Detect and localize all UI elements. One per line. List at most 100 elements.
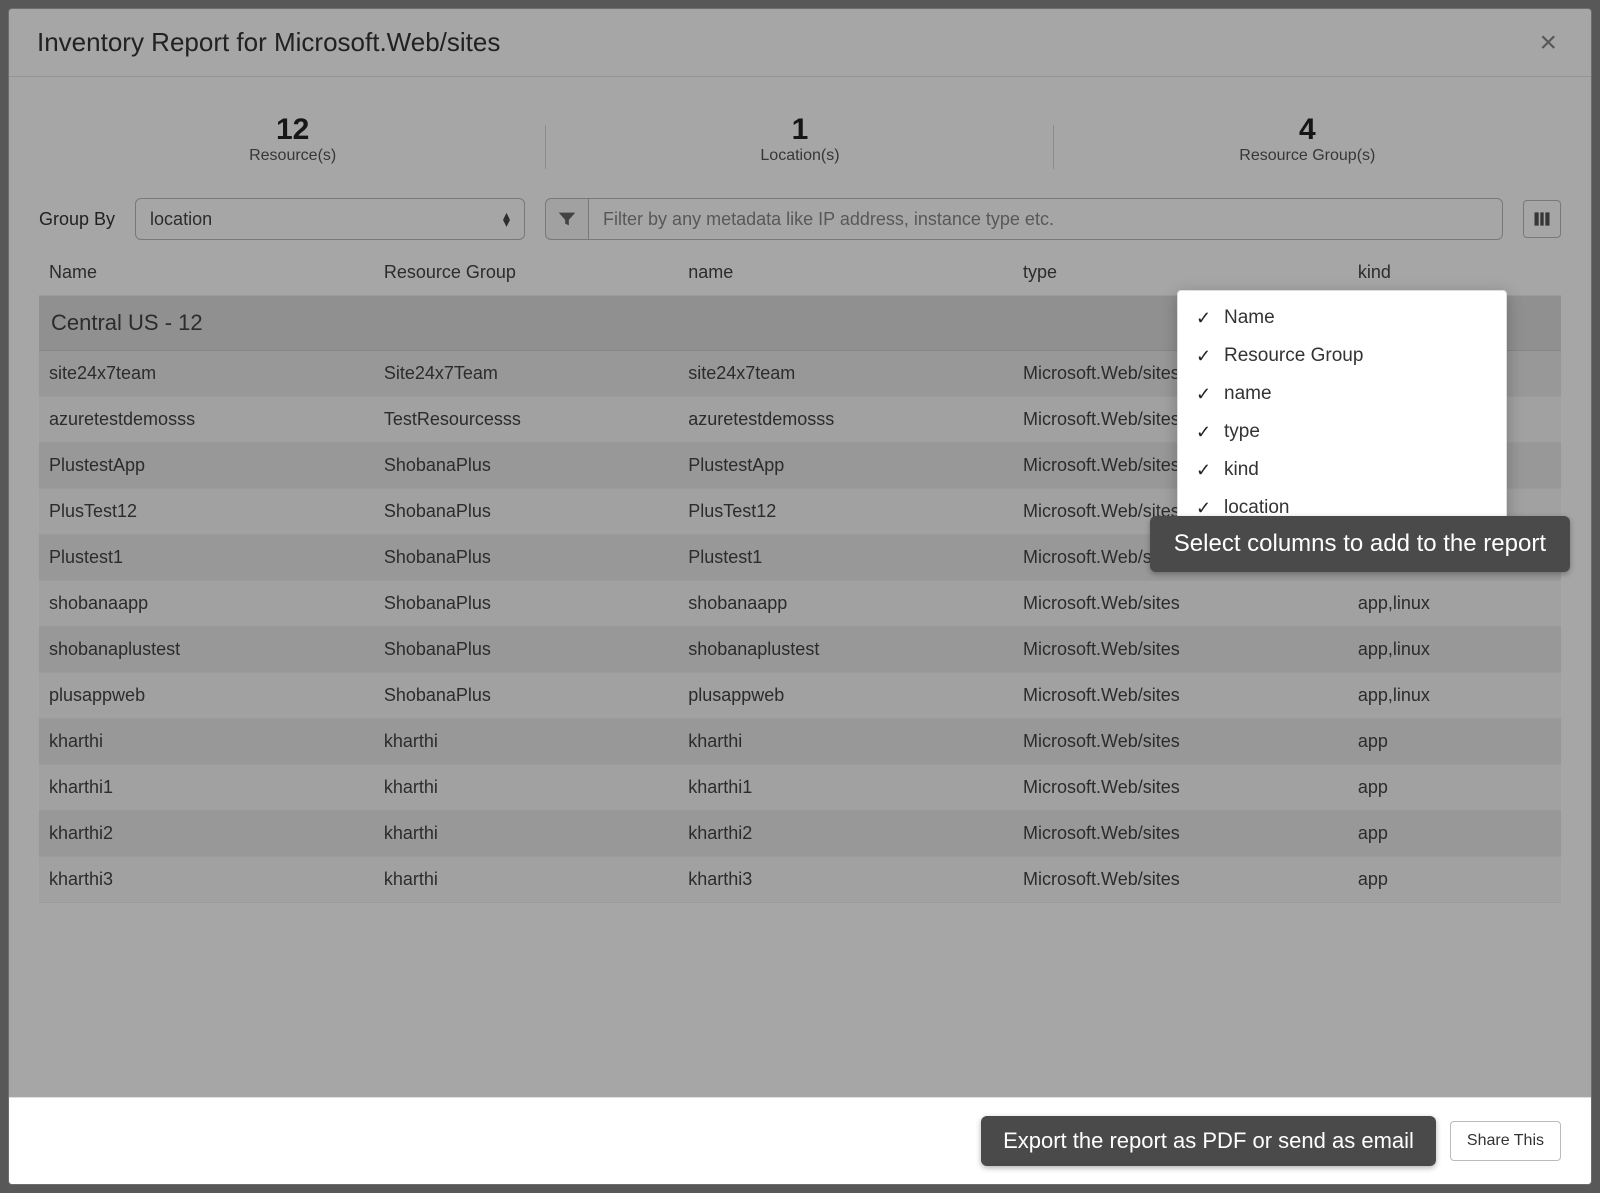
table-header-row: Name Resource Group name type kind (39, 250, 1561, 296)
cell-name2: kharthi1 (678, 765, 1013, 811)
cell-rg: ShobanaPlus (374, 443, 678, 489)
check-icon: ✓ (1196, 460, 1214, 481)
cell-type: Microsoft.Web/sites (1013, 857, 1348, 903)
column-option[interactable]: ✓ Name (1178, 299, 1506, 337)
cell-rg: ShobanaPlus (374, 627, 678, 673)
column-picker-tooltip: Select columns to add to the report (1150, 516, 1570, 572)
summary-label: Location(s) (546, 147, 1053, 165)
cell-rg: ShobanaPlus (374, 581, 678, 627)
cell-kind: app,linux (1348, 627, 1561, 673)
column-option[interactable]: ✓ kind (1178, 451, 1506, 489)
cell-kind: app,linux (1348, 581, 1561, 627)
table-row[interactable]: kharthikharthikharthiMicrosoft.Web/sites… (39, 719, 1561, 765)
table-row[interactable]: shobanaplustestShobanaPlusshobanaplustes… (39, 627, 1561, 673)
modal-header: Inventory Report for Microsoft.Web/sites… (9, 9, 1591, 77)
col-kind[interactable]: kind (1348, 250, 1561, 296)
cell-name2: azuretestdemosss (678, 397, 1013, 443)
summary-resource-groups: 4 Resource Group(s) (1054, 107, 1561, 179)
table-row[interactable]: kharthi1kharthikharthi1Microsoft.Web/sit… (39, 765, 1561, 811)
cell-name: PlusTest12 (39, 489, 374, 535)
cell-name: kharthi (39, 719, 374, 765)
close-icon[interactable]: × (1533, 28, 1563, 58)
groupby-label: Group By (39, 209, 115, 230)
column-option-label: name (1224, 383, 1272, 405)
cell-name: shobanaplustest (39, 627, 374, 673)
cell-type: Microsoft.Web/sites (1013, 673, 1348, 719)
cell-name2: site24x7team (678, 351, 1013, 397)
cell-rg: kharthi (374, 765, 678, 811)
cell-name2: kharthi3 (678, 857, 1013, 903)
filter-icon[interactable] (545, 198, 589, 240)
col-resource-group[interactable]: Resource Group (374, 250, 678, 296)
cell-name: azuretestdemosss (39, 397, 374, 443)
cell-name: kharthi2 (39, 811, 374, 857)
cell-name: shobanaapp (39, 581, 374, 627)
column-option[interactable]: ✓ type (1178, 413, 1506, 451)
col-type[interactable]: type (1013, 250, 1348, 296)
chevron-updown-icon: ▴▾ (503, 212, 510, 226)
column-option[interactable]: ✓ Resource Group (1178, 337, 1506, 375)
table-row[interactable]: plusappwebShobanaPlusplusappwebMicrosoft… (39, 673, 1561, 719)
cell-name: site24x7team (39, 351, 374, 397)
cell-rg: kharthi (374, 719, 678, 765)
table-row[interactable]: shobanaappShobanaPlusshobanaappMicrosoft… (39, 581, 1561, 627)
cell-type: Microsoft.Web/sites (1013, 719, 1348, 765)
groupby-select[interactable]: location ▴▾ (135, 198, 525, 240)
check-icon: ✓ (1196, 308, 1214, 329)
check-icon: ✓ (1196, 346, 1214, 367)
cell-kind: app (1348, 765, 1561, 811)
cell-rg: ShobanaPlus (374, 489, 678, 535)
controls-row: Group By location ▴▾ (39, 198, 1561, 240)
summary-value: 4 (1054, 113, 1561, 147)
modal-footer: Export the report as PDF or send as emai… (9, 1097, 1591, 1184)
cell-name2: shobanaapp (678, 581, 1013, 627)
column-option-label: type (1224, 421, 1260, 443)
cell-kind: app (1348, 811, 1561, 857)
cell-name: Plustest1 (39, 535, 374, 581)
cell-name: PlustestApp (39, 443, 374, 489)
table-row[interactable]: kharthi3kharthikharthi3Microsoft.Web/sit… (39, 857, 1561, 903)
column-option-label: Resource Group (1224, 345, 1363, 367)
cell-kind: app (1348, 719, 1561, 765)
cell-rg: Site24x7Team (374, 351, 678, 397)
share-button[interactable]: Share This (1450, 1121, 1561, 1161)
summary-locations: 1 Location(s) (546, 107, 1053, 179)
modal-body: 12 Resource(s) 1 Location(s) 4 Resource … (9, 77, 1591, 1097)
modal-title: Inventory Report for Microsoft.Web/sites (37, 27, 500, 58)
cell-name2: PlustestApp (678, 443, 1013, 489)
filter-input[interactable] (589, 198, 1503, 240)
summary-label: Resource(s) (39, 147, 546, 165)
check-icon: ✓ (1196, 422, 1214, 443)
col-name[interactable]: Name (39, 250, 374, 296)
summary-bar: 12 Resource(s) 1 Location(s) 4 Resource … (39, 107, 1561, 180)
cell-type: Microsoft.Web/sites (1013, 811, 1348, 857)
table-row[interactable]: kharthi2kharthikharthi2Microsoft.Web/sit… (39, 811, 1561, 857)
cell-rg: ShobanaPlus (374, 535, 678, 581)
cell-name: plusappweb (39, 673, 374, 719)
inventory-report-modal: Inventory Report for Microsoft.Web/sites… (8, 8, 1592, 1185)
cell-type: Microsoft.Web/sites (1013, 627, 1348, 673)
cell-name2: PlusTest12 (678, 489, 1013, 535)
check-icon: ✓ (1196, 384, 1214, 405)
column-picker-dropdown[interactable]: ✓Name✓Resource Group✓name✓type✓kind✓loca… (1177, 290, 1507, 536)
cell-name: kharthi3 (39, 857, 374, 903)
col-name2[interactable]: name (678, 250, 1013, 296)
cell-rg: ShobanaPlus (374, 673, 678, 719)
groupby-value: location (150, 209, 212, 230)
column-picker-button[interactable] (1523, 200, 1561, 238)
cell-rg: kharthi (374, 811, 678, 857)
cell-name2: kharthi2 (678, 811, 1013, 857)
summary-value: 1 (546, 113, 1053, 147)
summary-label: Resource Group(s) (1054, 147, 1561, 165)
cell-type: Microsoft.Web/sites (1013, 581, 1348, 627)
column-option-label: kind (1224, 459, 1259, 481)
cell-rg: TestResourcesss (374, 397, 678, 443)
cell-name2: shobanaplustest (678, 627, 1013, 673)
cell-kind: app (1348, 857, 1561, 903)
column-option-label: Name (1224, 307, 1275, 329)
filter-wrap (545, 198, 1503, 240)
cell-type: Microsoft.Web/sites (1013, 765, 1348, 811)
column-option[interactable]: ✓ name (1178, 375, 1506, 413)
cell-name2: plusappweb (678, 673, 1013, 719)
summary-resources: 12 Resource(s) (39, 107, 546, 179)
